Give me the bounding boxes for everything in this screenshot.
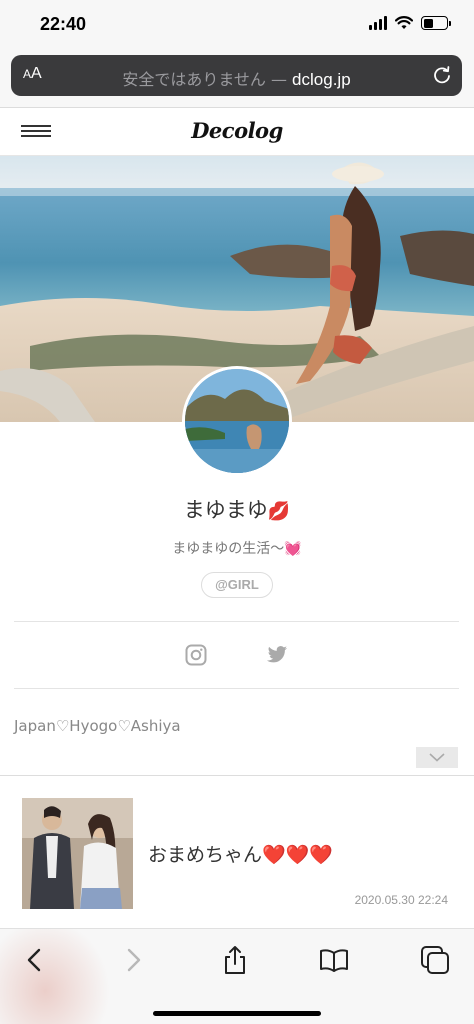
forward-icon[interactable] — [118, 945, 148, 975]
site-header: Decolog — [0, 108, 474, 156]
kiss-emoji: 💋 — [267, 501, 291, 522]
reload-icon[interactable] — [432, 65, 452, 85]
battery-icon — [421, 16, 451, 30]
browser-address-area: AA 安全ではありません — dclog.jp — [0, 50, 474, 108]
address-bar[interactable]: AA 安全ではありません — dclog.jp — [11, 55, 462, 96]
article-date: 2020.05.30 22:24 — [354, 893, 448, 907]
url-domain: dclog.jp — [292, 70, 351, 89]
share-icon[interactable] — [220, 945, 250, 975]
cellular-signal-icon — [369, 16, 387, 30]
status-bar: 22:40 — [0, 0, 474, 50]
heart-emoji: 💓 — [284, 541, 302, 557]
bookmarks-icon[interactable] — [319, 945, 349, 975]
instagram-icon[interactable] — [185, 644, 207, 666]
hearts-emoji: ❤️❤️❤️ — [262, 844, 333, 866]
home-indicator[interactable] — [153, 1011, 321, 1016]
expand-button[interactable] — [416, 747, 458, 768]
browser-toolbar — [0, 928, 474, 1024]
avatar[interactable] — [182, 366, 292, 476]
site-logo[interactable]: Decolog — [0, 118, 474, 143]
article-item[interactable]: おまめちゃん❤️❤️❤️ 2020.05.30 22:24 — [0, 776, 474, 928]
profile-location: Japan♡Hyogo♡Ashiya — [14, 717, 181, 735]
tabs-icon[interactable] — [420, 945, 450, 975]
url-display[interactable]: 安全ではありません — dclog.jp — [11, 66, 462, 90]
profile-tagline: まゆまゆの生活〜💓 — [172, 541, 302, 557]
article-title[interactable]: おまめちゃん❤️❤️❤️ — [148, 840, 333, 867]
status-time: 22:40 — [40, 14, 87, 34]
divider — [14, 688, 459, 689]
profile-name: まゆまゆ💋 — [183, 498, 291, 522]
status-icons — [369, 16, 451, 30]
twitter-icon[interactable] — [266, 645, 288, 665]
girl-badge[interactable]: @GIRL — [201, 572, 273, 598]
not-secure-label: 安全ではありません — — [122, 70, 293, 89]
chevron-down-icon — [429, 753, 445, 762]
divider — [14, 621, 459, 622]
wifi-icon — [395, 16, 413, 29]
back-icon[interactable] — [20, 945, 50, 975]
article-thumbnail[interactable] — [22, 798, 133, 909]
